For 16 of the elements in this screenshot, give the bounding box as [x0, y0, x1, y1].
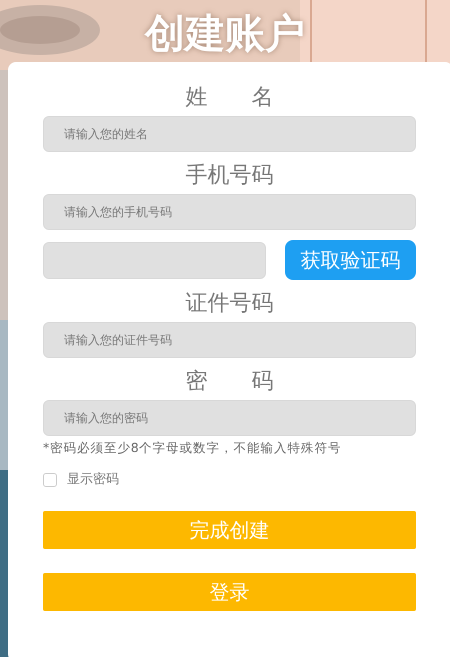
input-field[interactable]: 请输入您的密码: [43, 400, 416, 436]
code-input-field[interactable]: [43, 242, 266, 278]
field-label: 证件号码: [184, 290, 274, 318]
show-password-checkbox[interactable]: [43, 472, 57, 486]
get-code-button[interactable]: 获取验证码: [285, 240, 416, 280]
input-field[interactable]: 请输入您的手机号码: [43, 194, 416, 230]
checkbox-label: 显示密码: [67, 470, 119, 489]
field-label: 密 码: [184, 368, 274, 396]
create-button[interactable]: 完成创建: [43, 511, 416, 550]
password-hint: *密码必须至少8个字母或数字，不能输入特殊符号: [43, 439, 343, 457]
page-title: 创建账户: [145, 12, 305, 56]
login-button[interactable]: 登录: [43, 573, 416, 612]
field-label: 姓 名: [184, 84, 274, 112]
input-field[interactable]: 请输入您的姓名: [43, 116, 416, 152]
field-label: 手机号码: [184, 162, 274, 190]
input-field[interactable]: 请输入您的证件号码: [43, 322, 416, 358]
